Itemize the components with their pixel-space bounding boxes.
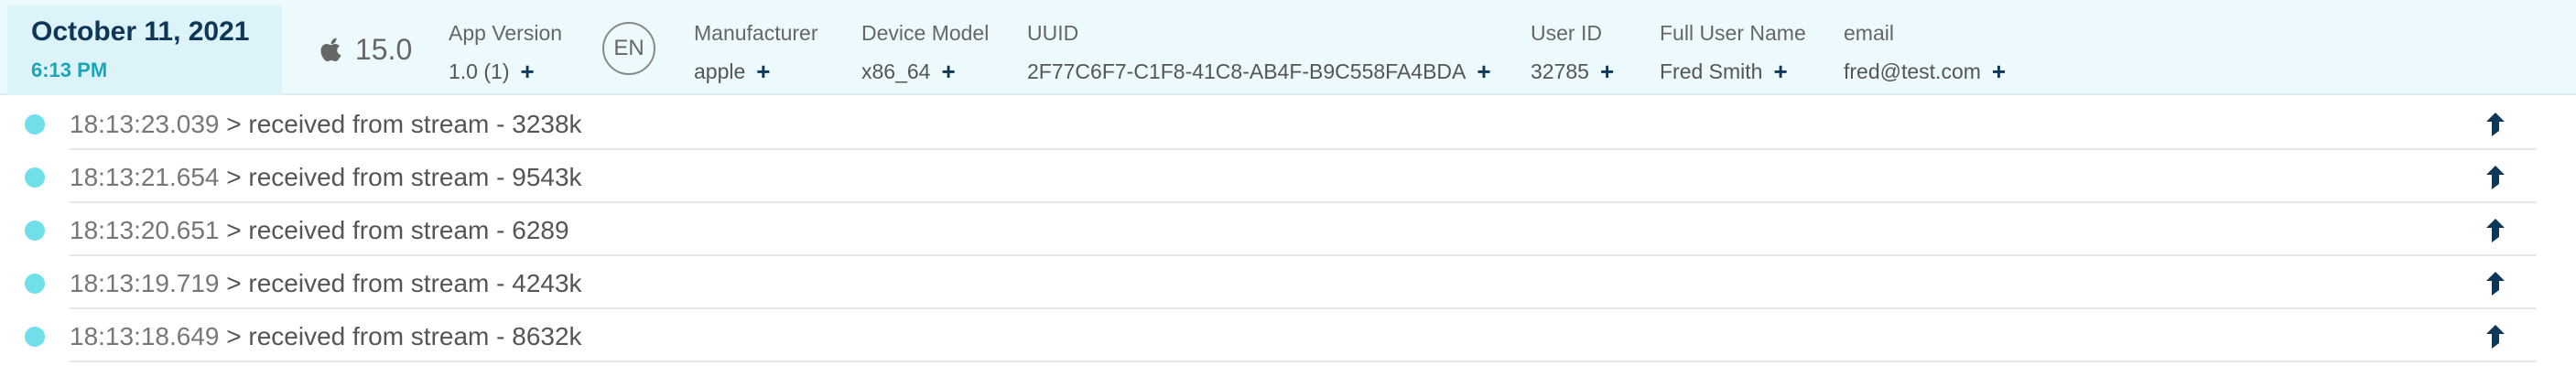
log-row[interactable]: 18:13:21.654 > received from stream - 95… [0,152,2576,203]
add-manufacturer-filter-button[interactable]: + [756,59,770,83]
log-message: > received from stream - 4243k [226,269,582,297]
upload-arrow-icon[interactable] [2484,218,2506,243]
language-badge: EN [602,22,655,75]
field-app-version: App Version 1.0 (1) + [449,20,562,84]
log-timestamp: 18:13:19.719 [70,269,220,297]
log-row[interactable]: 18:13:19.719 > received from stream - 42… [0,258,2576,309]
field-device-model: Device Model x86_64 + [861,20,989,84]
field-label: Device Model [861,21,990,45]
log-level-dot [25,167,45,188]
log-level-dot [25,327,45,347]
add-uuid-filter-button[interactable]: + [1477,59,1490,83]
field-value: fred@test.com [1844,59,1981,83]
field-value: 1.0 (1) [449,59,510,83]
log-message: > received from stream - 9543k [226,163,582,191]
log-message: > received from stream - 8632k [226,322,582,350]
session-header: October 11, 2021 6:13 PM 15.0 EN App Ver… [0,0,2576,95]
upload-arrow-icon[interactable] [2484,324,2506,350]
log-level-dot [25,221,45,241]
add-user-id-filter-button[interactable]: + [1600,59,1614,83]
log-timestamp: 18:13:23.039 [70,110,220,138]
row-divider [70,201,2537,203]
field-value: 32785 [1531,59,1589,83]
log-row[interactable]: 18:13:23.039 > received from stream - 32… [0,99,2576,150]
field-label: Manufacturer [694,21,818,45]
field-uuid: UUID 2F77C6F7-C1F8-41C8-AB4F-B9C558FA4BD… [1027,20,1491,84]
field-email: email fred@test.com + [1844,20,2006,84]
log-row[interactable]: 18:13:18.649 > received from stream - 86… [0,311,2576,362]
upload-arrow-icon[interactable] [2484,112,2506,137]
log-timestamp: 18:13:20.651 [70,216,220,244]
add-email-filter-button[interactable]: + [1992,59,2006,83]
field-value: Fred Smith [1660,59,1763,83]
session-date-box: October 11, 2021 6:13 PM [7,5,282,95]
field-label: App Version [449,21,563,45]
log-message: > received from stream - 3238k [226,110,582,138]
session-time: 6:13 PM [31,59,108,81]
log-level-dot [25,274,45,294]
field-full-user-name: Full User Name Fred Smith + [1660,20,1806,84]
add-device-model-filter-button[interactable]: + [941,59,955,83]
add-full-user-name-filter-button[interactable]: + [1773,59,1787,83]
add-app-version-filter-button[interactable]: + [520,59,534,83]
row-divider [70,307,2537,309]
os-info: 15.0 [320,31,412,68]
session-date: October 11, 2021 [31,16,250,47]
log-row[interactable]: 18:13:20.651 > received from stream - 62… [0,205,2576,256]
field-value: 2F77C6F7-C1F8-41C8-AB4F-B9C558FA4BDA [1027,59,1467,83]
row-divider [70,361,2537,362]
os-version: 15.0 [355,32,413,66]
apple-icon [320,36,344,63]
row-divider [70,254,2537,256]
field-label: User ID [1531,21,1602,45]
upload-arrow-icon[interactable] [2484,165,2506,190]
row-divider [70,148,2537,150]
log-timestamp: 18:13:18.649 [70,322,220,350]
log-timestamp: 18:13:21.654 [70,163,220,191]
field-manufacturer: Manufacturer apple + [694,20,818,84]
field-label: email [1844,21,1894,45]
field-user-id: User ID 32785 + [1531,20,1614,84]
log-level-dot [25,114,45,135]
log-message: > received from stream - 6289 [226,216,569,244]
field-value: x86_64 [861,59,931,83]
field-label: Full User Name [1660,21,1806,45]
field-value: apple [694,59,746,83]
upload-arrow-icon[interactable] [2484,271,2506,296]
field-label: UUID [1027,21,1079,45]
